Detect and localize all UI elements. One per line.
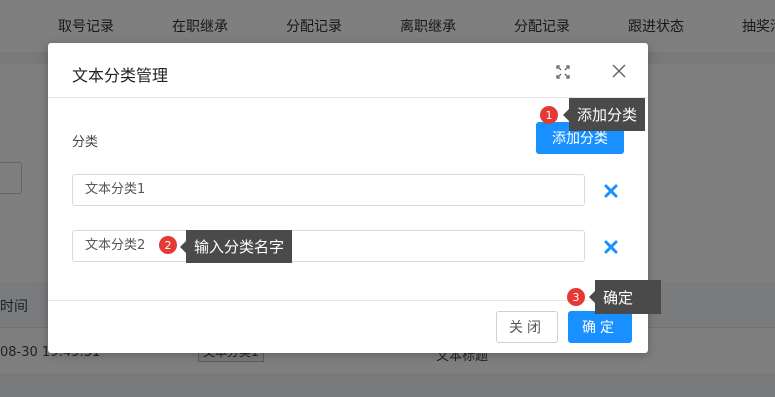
category-label: 分类 bbox=[72, 135, 99, 150]
delete-icon[interactable] bbox=[602, 238, 620, 256]
delete-icon[interactable] bbox=[602, 182, 620, 200]
close-button[interactable]: 关闭 bbox=[496, 311, 558, 343]
close-icon[interactable] bbox=[610, 62, 628, 80]
maximize-icon[interactable] bbox=[555, 64, 571, 80]
step-badge: 2 bbox=[159, 236, 177, 254]
step-tooltip: 输入分类名字 bbox=[179, 230, 293, 263]
category-input[interactable]: 文本分类1 bbox=[72, 174, 585, 206]
dialog-title: 文本分类管理 bbox=[72, 66, 169, 85]
step-tooltip: 添加分类 bbox=[562, 98, 646, 131]
category-input[interactable]: 文本分类2 bbox=[72, 230, 585, 262]
step-badge: 3 bbox=[567, 288, 585, 306]
category-management-dialog: 文本分类管理 分类 添加分类 文本分类1 文本分类2 关闭 确定 bbox=[48, 43, 648, 353]
step-tooltip: 确定 bbox=[589, 280, 661, 314]
dialog-footer-divider bbox=[48, 300, 648, 301]
step-badge: 1 bbox=[540, 106, 558, 124]
confirm-button[interactable]: 确定 bbox=[568, 311, 632, 343]
dialog-header: 文本分类管理 bbox=[48, 43, 648, 98]
